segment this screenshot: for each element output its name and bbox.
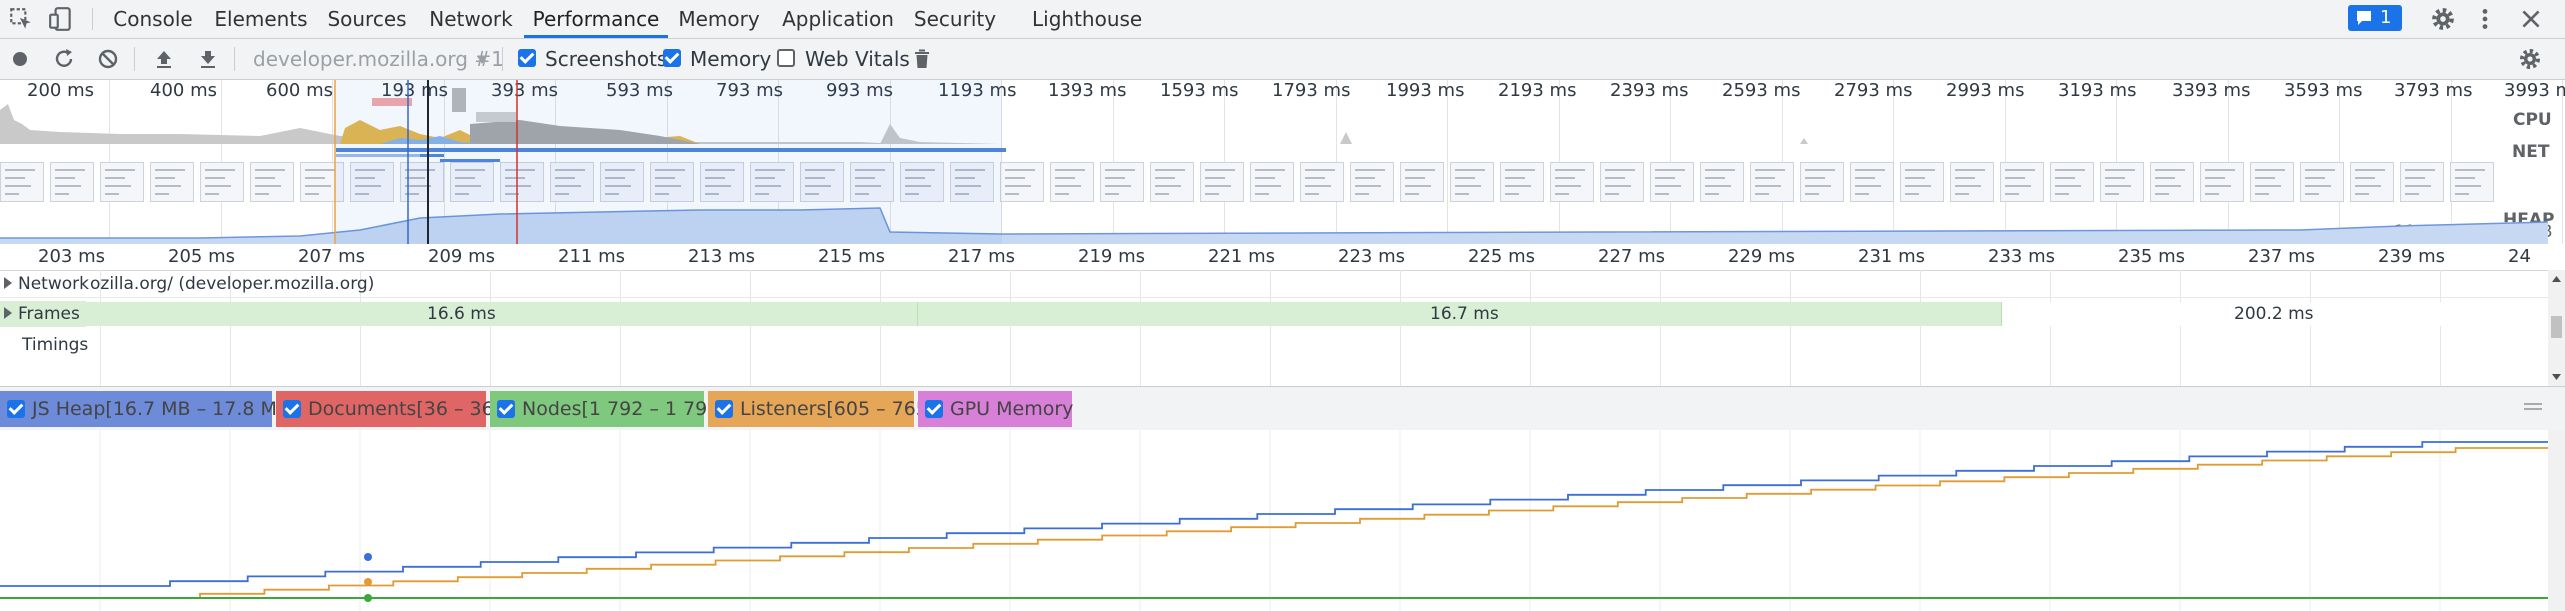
frame-duration: 200.2 ms [2234, 304, 2314, 324]
ruler-tick-label: 213 ms [688, 246, 755, 267]
listeners-marker [364, 578, 372, 586]
counter-nodes[interactable]: Nodes[1 792 – 1 793] [490, 391, 727, 427]
frame-duration: 16.7 ms [1430, 304, 1499, 324]
screenshots-label[interactable]: Screenshots [545, 39, 667, 79]
tab-elements[interactable]: Elements [212, 0, 310, 38]
memory-counters-bar: JS Heap[16.7 MB – 17.8 MB] Documents[36 … [0, 386, 2565, 431]
timings-track-header[interactable]: Timings [18, 332, 94, 358]
download-profile-icon[interactable] [196, 47, 220, 71]
ruler-tick-label: 207 ms [298, 246, 365, 267]
frames-track-header[interactable]: Frames [0, 301, 86, 327]
ruler-tick-label: 217 ms [948, 246, 1015, 267]
ruler-tick-label: 231 ms [1858, 246, 1925, 267]
issues-badge[interactable]: 1 [2348, 5, 2402, 31]
clear-icon[interactable] [96, 47, 120, 71]
counter-listeners[interactable]: Listeners[605 – 765] [708, 391, 935, 427]
ruler-tick-label: 235 ms [2118, 246, 2185, 267]
js-heap-marker [364, 553, 372, 561]
reload-profile-icon[interactable] [52, 47, 76, 71]
ruler-tick-label: 211 ms [558, 246, 625, 267]
resize-handle-icon[interactable] [2524, 403, 2542, 405]
chevron-down-icon[interactable] [476, 55, 488, 65]
capture-settings-gear-icon[interactable] [2518, 47, 2542, 71]
expand-triangle-icon[interactable] [4, 307, 12, 319]
devtools-tab-bar: Console Elements Sources Network Perform… [0, 0, 2565, 39]
overview-graphs [0, 80, 2549, 244]
ruler-tick-label: 239 ms [2378, 246, 2445, 267]
listeners-line [0, 447, 2548, 599]
ruler-tick-label: 225 ms [1468, 246, 1535, 267]
ruler-tick-label: 233 ms [1988, 246, 2055, 267]
issues-icon [2357, 11, 2371, 25]
scrollbar-thumb[interactable] [2551, 316, 2562, 338]
nodes-checkbox[interactable] [497, 400, 515, 418]
tab-performance[interactable]: Performance [524, 0, 668, 38]
tab-sources[interactable]: Sources [322, 0, 412, 38]
tab-application[interactable]: Application [780, 0, 896, 38]
ruler-tick-label: 209 ms [428, 246, 495, 267]
ruler-tick-label: 205 ms [168, 246, 235, 267]
js-heap-line [0, 441, 2548, 587]
web-vitals-label[interactable]: Web Vitals [805, 39, 910, 79]
counter-js-heap[interactable]: JS Heap[16.7 MB – 17.8 MB] [0, 391, 297, 427]
settings-gear-icon[interactable] [2430, 6, 2456, 32]
timeline-ruler: 203 ms 205 ms 207 ms 209 ms 211 ms 213 ms 215 … [0, 244, 2548, 271]
ruler-tick-label: 237 ms [2248, 246, 2315, 267]
issues-count: 1 [2380, 7, 2392, 28]
frame-duration: 16.6 ms [427, 304, 496, 324]
listeners-checkbox[interactable] [715, 400, 733, 418]
web-vitals-checkbox[interactable] [777, 49, 795, 67]
upload-profile-icon[interactable] [152, 47, 176, 71]
frame-segment[interactable] [80, 302, 918, 326]
ruler-tick-label: 24 [2508, 246, 2531, 267]
profile-select[interactable]: developer.mozilla.org #1 [253, 39, 504, 79]
tracks-scrollbar[interactable] [2548, 270, 2565, 386]
graph-scroll-gutter [2548, 430, 2565, 611]
ruler-tick-label: 223 ms [1338, 246, 1405, 267]
ruler-tick-label: 203 ms [38, 246, 105, 267]
more-options-icon[interactable] [2472, 6, 2498, 32]
tab-security[interactable]: Security [912, 0, 998, 38]
memory-label[interactable]: Memory [690, 39, 771, 79]
nodes-marker [364, 594, 372, 602]
counter-documents[interactable]: Documents[36 – 36] [276, 391, 501, 427]
tab-memory[interactable]: Memory [676, 0, 762, 38]
screenshots-checkbox[interactable] [518, 49, 536, 67]
ruler-tick-label: 221 ms [1208, 246, 1275, 267]
collect-garbage-icon[interactable] [910, 47, 934, 71]
tab-console[interactable]: Console [106, 0, 200, 38]
close-icon[interactable] [2518, 6, 2544, 32]
inspect-element-icon[interactable] [8, 6, 34, 32]
scroll-up-icon[interactable] [2551, 275, 2562, 283]
tab-network[interactable]: Network [424, 0, 518, 38]
performance-toolbar: developer.mozilla.org #1 Screenshots Mem… [0, 39, 2565, 80]
record-icon[interactable] [8, 47, 32, 71]
ruler-tick-label: 215 ms [818, 246, 885, 267]
network-track-url: ozilla.org/ (developer.mozilla.org) [90, 274, 375, 294]
memory-counter-graph [0, 430, 2548, 611]
scroll-down-icon[interactable] [2551, 373, 2562, 381]
js-heap-checkbox[interactable] [7, 400, 25, 418]
row-divider [0, 297, 2548, 298]
network-track-header[interactable]: Network [0, 271, 95, 297]
documents-checkbox[interactable] [283, 400, 301, 418]
tracks-area[interactable]: Network ozilla.org/ (developer.mozilla.o… [0, 270, 2548, 386]
ruler-tick-label: 229 ms [1728, 246, 1795, 267]
device-toolbar-icon[interactable] [48, 6, 74, 32]
ruler-tick-label: 219 ms [1078, 246, 1145, 267]
memory-checkbox[interactable] [663, 49, 681, 67]
tab-lighthouse[interactable]: Lighthouse [1032, 0, 1142, 38]
counter-gpu-memory[interactable]: GPU Memory [918, 391, 1073, 427]
counter-lines [0, 430, 2548, 611]
ruler-tick-label: 227 ms [1598, 246, 1665, 267]
gpu-memory-checkbox[interactable] [925, 400, 943, 418]
expand-triangle-icon[interactable] [4, 277, 12, 289]
timeline-overview[interactable]: 200 ms 400 ms 600 ms 193 ms 393 ms 593 ms 793 … [0, 80, 2565, 244]
